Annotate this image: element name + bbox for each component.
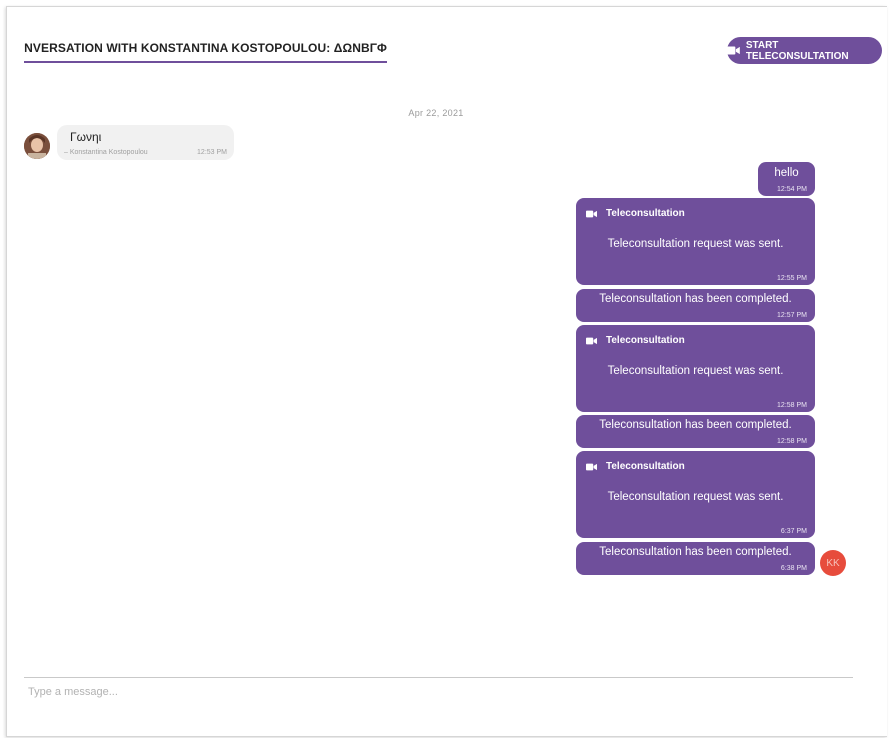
status-message-text: Teleconsultation has been completed. [599,546,792,558]
date-divider: Apr 22, 2021 [408,108,464,118]
video-camera-icon [586,463,597,470]
video-camera-icon [586,210,597,217]
teleconsultation-card-header: Teleconsultation [586,461,685,472]
status-message: Teleconsultation has been completed. 12:… [576,415,815,448]
teleconsultation-card: Teleconsultation Teleconsultation reques… [576,198,815,285]
incoming-message: Γωνηι – Konstantina Kostopoulou 12:53 PM [57,125,234,160]
outgoing-message-time: 12:54 PM [777,186,807,193]
contact-photo-icon [24,133,50,159]
message-input[interactable] [24,682,861,702]
outgoing-message-time: 12:58 PM [777,402,807,409]
incoming-message-text: Γωνηι [70,130,102,144]
teleconsultation-card: Teleconsultation Teleconsultation reques… [576,325,815,412]
incoming-message-sender: – Konstantina Kostopoulou [64,149,148,156]
outgoing-message-text: hello [774,167,799,179]
teleconsultation-card-title: Teleconsultation [606,208,685,219]
composer-divider [24,677,853,678]
teleconsultation-card-title: Teleconsultation [606,461,685,472]
video-camera-icon [727,46,740,55]
outgoing-message-time: 6:38 PM [780,565,807,572]
contact-avatar [24,133,50,159]
outgoing-message-time: 12:58 PM [777,438,807,445]
status-message: Teleconsultation has been completed. 12:… [576,289,815,322]
video-camera-icon [586,337,597,344]
teleconsultation-card-title: Teleconsultation [606,335,685,346]
outgoing-message: hello 12:54 PM [758,162,815,196]
teleconsultation-card-header: Teleconsultation [586,335,685,346]
incoming-message-time: 12:53 PM [197,149,227,156]
status-message: Teleconsultation has been completed. 6:3… [576,542,815,575]
outgoing-message-time: 6:37 PM [780,528,807,535]
status-message-text: Teleconsultation has been completed. [599,293,792,305]
teleconsultation-card-header: Teleconsultation [586,208,685,219]
teleconsultation-card-text: Teleconsultation request was sent. [607,365,784,377]
outgoing-message-time: 12:57 PM [777,312,807,319]
teleconsultation-card: Teleconsultation Teleconsultation reques… [576,451,815,538]
outgoing-message-time: 12:55 PM [777,275,807,282]
user-avatar: KK [820,550,846,576]
start-teleconsultation-label: START TELECONSULTATION [745,39,849,62]
teleconsultation-card-text: Teleconsultation request was sent. [607,238,784,250]
conversation-title-container: CONVERSATION WITH KONSTANTINA KOSTOPOULO… [24,41,387,63]
start-teleconsultation-button[interactable]: START TELECONSULTATION [727,37,882,64]
teleconsultation-card-text: Teleconsultation request was sent. [607,491,784,503]
status-message-text: Teleconsultation has been completed. [599,419,792,431]
conversation-title: CONVERSATION WITH KONSTANTINA KOSTOPOULO… [24,41,387,55]
